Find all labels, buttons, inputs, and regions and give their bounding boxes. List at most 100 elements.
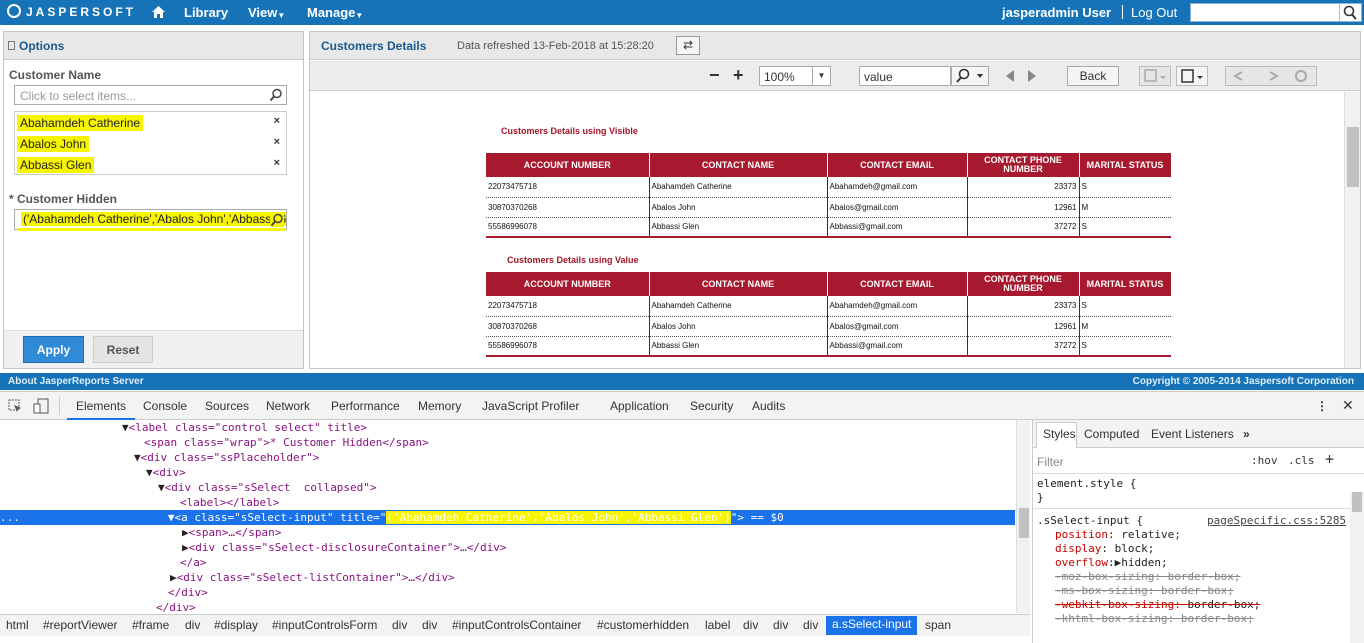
dom-node[interactable]: ▼<div> <box>0 465 1015 480</box>
list-item[interactable]: Abahamdeh Catherine × <box>15 113 286 133</box>
next-icon[interactable] <box>1025 66 1039 86</box>
user-name[interactable]: jasperadmin User <box>1002 5 1111 20</box>
remove-icon[interactable]: × <box>274 136 280 148</box>
breadcrumb-item[interactable]: #display <box>214 618 258 632</box>
breadcrumb-item-active[interactable]: a.sSelect-input <box>826 616 918 635</box>
chevron-down-icon[interactable]: ▼ <box>812 67 830 85</box>
breadcrumb-item[interactable]: div <box>392 618 407 632</box>
dom-node[interactable]: ▶<div class="sSelect-disclosureContainer… <box>0 540 1015 555</box>
find-input[interactable]: value <box>859 66 951 86</box>
scrollbar-thumb[interactable] <box>1352 492 1362 512</box>
css-property-overridden[interactable]: -webkit-box-sizing: border-box; <box>1055 598 1260 612</box>
search-icon[interactable] <box>270 213 284 227</box>
tab-computed[interactable]: Computed <box>1084 427 1139 441</box>
css-property-overridden[interactable]: -moz-box-sizing: border-box; <box>1055 570 1240 584</box>
nav-library[interactable]: Library <box>184 5 228 20</box>
styles-scrollbar[interactable] <box>1350 492 1364 643</box>
rule-source-link[interactable]: pageSpecific.css:5285 <box>1207 514 1346 528</box>
nav-manage[interactable]: Manage▼ <box>307 5 363 20</box>
about-link[interactable]: About JasperReports Server <box>8 376 144 387</box>
tab-audits[interactable]: Audits <box>752 399 785 413</box>
report-scrollbar[interactable] <box>1344 92 1360 368</box>
tab-styles[interactable]: Styles <box>1043 427 1076 441</box>
tab-network[interactable]: Network <box>266 399 310 413</box>
refresh-button[interactable]: ⇄ <box>676 36 700 55</box>
close-icon[interactable]: ✕ <box>1342 397 1354 414</box>
element-style-rule[interactable]: element.style { <box>1037 477 1136 491</box>
find-button[interactable] <box>951 66 989 86</box>
log-out-link[interactable]: Log Out <box>1131 5 1177 20</box>
nav-view[interactable]: View▼ <box>248 5 285 20</box>
jaspersoft-logo[interactable]: JASPERSOFT <box>7 4 136 19</box>
breadcrumb-item[interactable]: div <box>773 618 788 632</box>
css-property-overridden[interactable]: -khtml-box-sizing: border-box; <box>1055 612 1254 626</box>
back-button[interactable]: Back <box>1067 66 1119 86</box>
list-item[interactable]: Abalos John × <box>15 134 286 154</box>
css-property[interactable]: display: block; <box>1055 542 1154 556</box>
customer-hidden-input[interactable]: ('Abahamdeh Catherine','Abalos John','Ab… <box>14 209 287 230</box>
breadcrumb-item[interactable]: label <box>705 618 730 632</box>
tab-sources[interactable]: Sources <box>205 399 249 413</box>
breadcrumb-item[interactable]: #customerhidden <box>597 618 689 632</box>
dom-node[interactable]: </div> <box>0 585 1015 600</box>
global-search-input[interactable] <box>1190 3 1362 22</box>
breadcrumb-item[interactable]: #inputControlsForm <box>272 618 377 632</box>
tab-application[interactable]: Application <box>610 399 669 413</box>
reset-button[interactable]: Reset <box>93 336 153 363</box>
previous-icon[interactable] <box>1003 66 1017 86</box>
tab-javascript-profiler[interactable]: JavaScript Profiler <box>482 399 579 413</box>
dom-node-selected[interactable]: ... ▼<a class="sSelect-input" title="('Ab… <box>0 510 1015 525</box>
save-icon[interactable] <box>1139 66 1171 86</box>
tab-elements[interactable]: Elements <box>76 399 126 413</box>
breadcrumb-item[interactable]: div <box>803 618 818 632</box>
remove-icon[interactable]: × <box>274 115 280 127</box>
dom-node[interactable]: </div> <box>0 600 1015 613</box>
hov-toggle[interactable]: :hov <box>1251 454 1278 467</box>
export-icon[interactable] <box>1176 66 1208 86</box>
zoom-select[interactable]: 100% ▼ <box>759 66 831 86</box>
more-tabs-icon[interactable]: » <box>1243 427 1250 441</box>
dom-scrollbar[interactable] <box>1016 420 1030 613</box>
add-rule-icon[interactable]: + <box>1325 450 1334 468</box>
dom-node[interactable]: ▼<div class="sSelect collapsed"> <box>0 480 1015 495</box>
apply-button[interactable]: Apply <box>23 336 84 363</box>
filter-input[interactable]: Filter <box>1037 455 1064 469</box>
device-toolbar-icon[interactable] <box>33 398 49 414</box>
breadcrumb-item[interactable]: div <box>422 618 437 632</box>
list-item[interactable]: Abbassi Glen × <box>15 155 286 175</box>
breadcrumb-item[interactable]: div <box>185 618 200 632</box>
panel-icon[interactable] <box>8 41 15 50</box>
tab-memory[interactable]: Memory <box>418 399 461 413</box>
breadcrumb-item[interactable]: div <box>743 618 758 632</box>
more-options-icon[interactable]: ⋮ <box>1316 399 1328 413</box>
home-icon[interactable] <box>151 5 166 19</box>
dom-node[interactable]: ▼<div class="ssPlaceholder"> <box>0 450 1015 465</box>
dom-node[interactable]: <label></label> <box>0 495 1015 510</box>
breadcrumb-item[interactable]: #reportViewer <box>43 618 117 632</box>
customer-name-input[interactable]: Click to select items... <box>14 85 287 105</box>
breadcrumb-item[interactable]: span <box>925 618 951 632</box>
dom-node[interactable]: </a> <box>0 555 1015 570</box>
breadcrumb-item[interactable]: #frame <box>132 618 169 632</box>
tab-performance[interactable]: Performance <box>331 399 400 413</box>
dom-node[interactable]: ▶<div class="sSelect-listContainer">…</d… <box>0 570 1015 585</box>
css-property[interactable]: position: relative; <box>1055 528 1181 542</box>
css-property[interactable]: overflow:▶hidden; <box>1055 556 1168 570</box>
dom-node[interactable]: <span class="wrap">* Customer Hidden</sp… <box>0 435 1015 450</box>
dom-node[interactable]: ▶<span>…</span> <box>0 525 1015 540</box>
search-icon[interactable] <box>269 88 283 102</box>
zoom-in-icon[interactable]: + <box>733 66 744 86</box>
breadcrumb-item[interactable]: html <box>6 618 29 632</box>
remove-icon[interactable]: × <box>274 157 280 169</box>
zoom-out-icon[interactable]: − <box>709 66 720 86</box>
scrollbar-thumb[interactable] <box>1019 508 1029 538</box>
tab-console[interactable]: Console <box>143 399 187 413</box>
rule-selector[interactable]: .sSelect-input { <box>1037 514 1143 528</box>
tab-security[interactable]: Security <box>690 399 733 413</box>
dom-node[interactable]: ▼<label class="control select" title> <box>0 420 1015 435</box>
css-property-overridden[interactable]: -ms-box-sizing: border-box; <box>1055 584 1234 598</box>
cls-toggle[interactable]: .cls <box>1288 454 1315 467</box>
inspect-icon[interactable] <box>8 399 22 413</box>
breadcrumb-item[interactable]: #inputControlsContainer <box>452 618 581 632</box>
search-icon[interactable] <box>1339 4 1361 21</box>
